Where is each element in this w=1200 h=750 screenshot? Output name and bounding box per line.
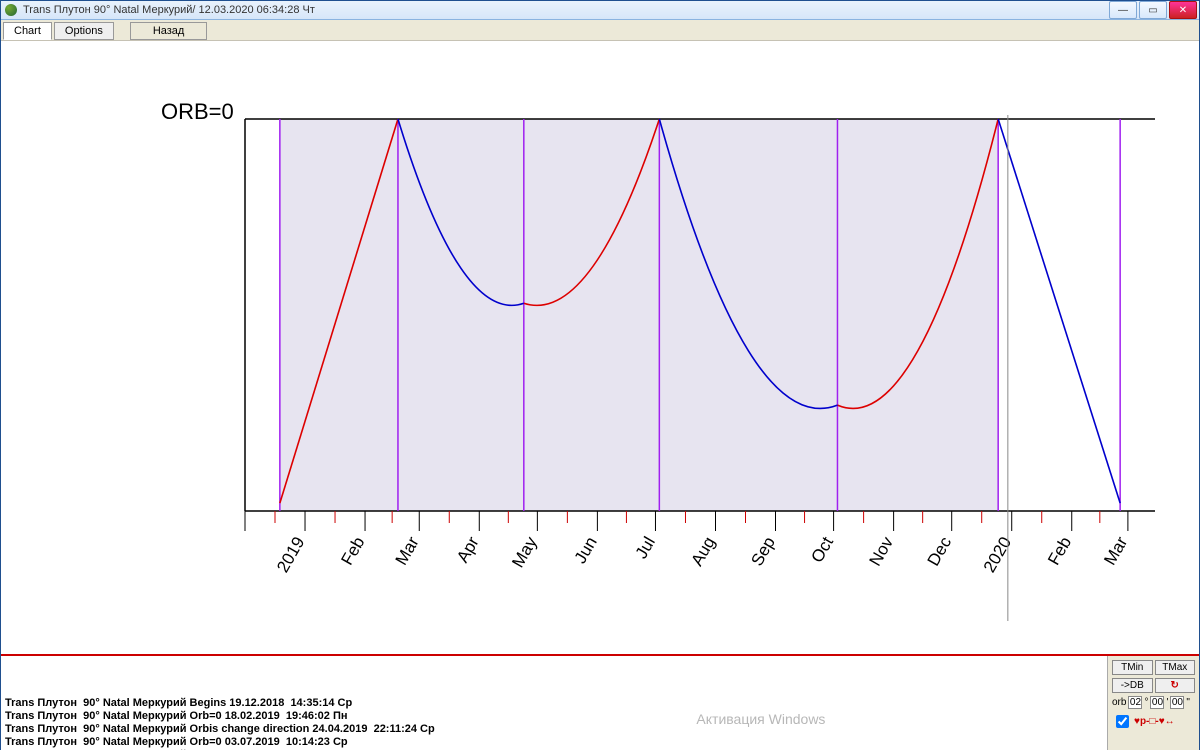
aspect-checkbox[interactable]: [1116, 715, 1129, 728]
tab-options[interactable]: Options: [54, 22, 114, 40]
svg-text:Feb: Feb: [1044, 534, 1075, 569]
back-button[interactable]: Назад: [130, 22, 208, 40]
svg-text:Apr: Apr: [453, 533, 483, 566]
log-line: Trans Плутон 90° Natal Меркурий Begins 1…: [5, 697, 1103, 710]
svg-text:Oct: Oct: [807, 533, 837, 566]
side-controls: TMin TMax ->DB ↻ orb ° ' " ♥р-□-♥↔: [1107, 656, 1199, 750]
to-db-button[interactable]: ->DB: [1112, 678, 1153, 693]
chart-area: ORB=0 2019 Feb Mar Apr May Jun Jul Aug Sep Oct Nov…: [1, 41, 1199, 654]
aspect-toggle-row[interactable]: ♥р-□-♥↔: [1112, 712, 1195, 731]
svg-text:Jun: Jun: [571, 534, 601, 567]
orb-chart: 2019 Feb Mar Apr May Jun Jul Aug Sep Oct Nov Dec 202…: [5, 51, 1165, 651]
log-panel: Активация Windows Чтобы активировать Win…: [1, 654, 1199, 750]
orb-seconds-input[interactable]: [1170, 696, 1184, 709]
orb-zero-label: ORB=0: [161, 99, 234, 125]
app-icon: [5, 4, 17, 16]
tab-chart[interactable]: Chart: [3, 22, 52, 40]
tmax-button[interactable]: TMax: [1155, 660, 1196, 675]
app-window: Trans Плутон 90° Natal Меркурий/ 12.03.2…: [0, 0, 1200, 750]
aspect-symbols-label: ♥р-□-♥↔: [1134, 716, 1175, 727]
svg-text:Jul: Jul: [632, 534, 659, 562]
toolbar: Chart Options Назад: [1, 20, 1199, 41]
refresh-button[interactable]: ↻: [1155, 678, 1196, 693]
orb-degrees-input[interactable]: [1128, 696, 1142, 709]
svg-text:Mar: Mar: [1100, 533, 1131, 568]
svg-text:May: May: [508, 533, 541, 571]
maximize-button[interactable]: ▭: [1139, 1, 1167, 19]
event-log: Активация Windows Чтобы активировать Win…: [1, 656, 1107, 750]
log-line: Trans Плутон 90° Natal Меркурий Orbis ch…: [5, 723, 1103, 736]
log-line: Trans Плутон 90° Natal Меркурий Orb=0 03…: [5, 736, 1103, 749]
svg-text:2019: 2019: [273, 534, 308, 576]
close-button[interactable]: ✕: [1169, 1, 1197, 19]
svg-text:Aug: Aug: [687, 534, 719, 570]
svg-text:Mar: Mar: [392, 533, 423, 568]
svg-text:Sep: Sep: [747, 534, 779, 570]
orb-minutes-input[interactable]: [1150, 696, 1164, 709]
svg-text:Dec: Dec: [924, 533, 956, 569]
orb-label: orb: [1112, 697, 1126, 708]
svg-text:2020: 2020: [980, 534, 1015, 576]
svg-text:Nov: Nov: [866, 533, 898, 569]
title-bar: Trans Плутон 90° Natal Меркурий/ 12.03.2…: [1, 1, 1199, 20]
window-title: Trans Плутон 90° Natal Меркурий/ 12.03.2…: [23, 4, 1107, 16]
tmin-button[interactable]: TMin: [1112, 660, 1153, 675]
window-controls: — ▭ ✕: [1107, 1, 1197, 19]
orb-input-row: orb ° ' ": [1112, 696, 1195, 709]
minimize-button[interactable]: —: [1109, 1, 1137, 19]
log-line: Trans Плутон 90° Natal Меркурий Orb=0 18…: [5, 710, 1103, 723]
svg-text:Feb: Feb: [337, 534, 368, 569]
